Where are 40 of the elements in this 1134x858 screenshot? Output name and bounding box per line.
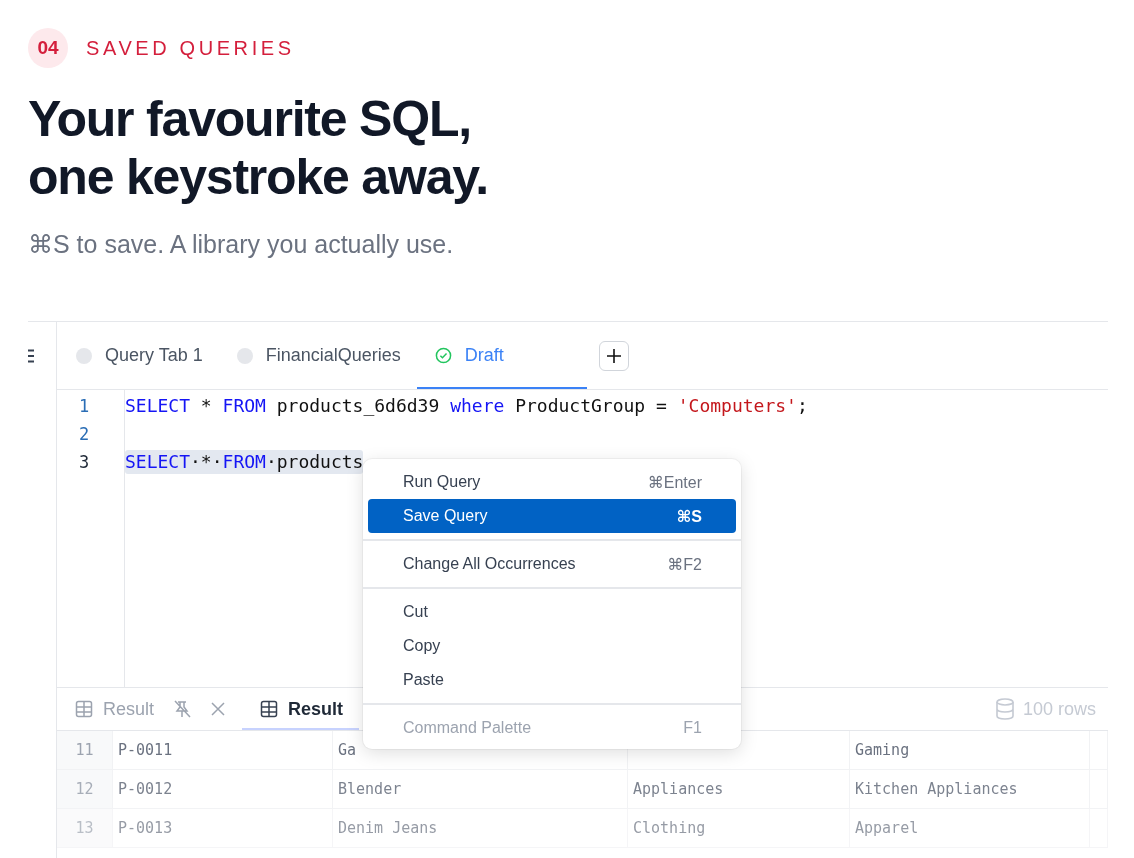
menu-item[interactable]: Save Query ⌘S xyxy=(368,499,736,533)
headline: Your favourite SQL, xyxy=(28,90,471,148)
query-tab[interactable]: Draft xyxy=(416,322,587,389)
table-cell: P-0011 xyxy=(118,741,173,759)
table-cell: P-0013 xyxy=(118,819,173,837)
subtitle: ⌘S to save. A library you actually use. xyxy=(28,230,454,259)
table-cell: Appliances xyxy=(633,780,724,798)
table-cell: Gaming xyxy=(855,741,910,759)
table-cell: Apparel xyxy=(855,819,919,837)
menu-item[interactable]: Cut xyxy=(368,595,736,629)
row-count: 100 rows xyxy=(1022,698,1096,720)
query-tab[interactable]: Query Tab 1 xyxy=(58,322,219,389)
code-line: SELECT * FROM products_6d6d39 where ProductGroup = 'Computers'; xyxy=(125,394,808,418)
section-eyebrow: SAVED QUERIES xyxy=(86,36,295,60)
table-cell: Clothing xyxy=(633,819,706,837)
table-cell: Ga xyxy=(338,741,357,759)
table-icon xyxy=(75,700,93,718)
table-cell: Denim Jeans xyxy=(338,819,438,837)
plus-icon xyxy=(605,347,622,364)
query-tab[interactable]: FinancialQueries xyxy=(218,322,417,389)
row-number: 11 xyxy=(75,741,94,759)
menu-item[interactable]: Change All Occurrences ⌘F2 xyxy=(368,547,736,581)
result-tab[interactable]: Result xyxy=(242,688,360,730)
line-number: 3 xyxy=(78,451,91,474)
menu-item[interactable]: Paste xyxy=(368,663,736,697)
table-cell: Kitchen Appliances xyxy=(855,780,1018,798)
menu-item[interactable]: Run Query ⌘Enter xyxy=(368,465,736,499)
row-number: 12 xyxy=(75,780,94,798)
add-tab-button[interactable] xyxy=(598,340,629,371)
table-icon xyxy=(260,700,279,718)
line-number: 1 xyxy=(78,395,91,418)
line-number: 2 xyxy=(78,423,91,446)
row-number: 13 xyxy=(75,819,94,837)
table-cell: P-0012 xyxy=(118,780,173,798)
database-icon xyxy=(994,698,1015,720)
step-number-badge: 04 xyxy=(28,28,68,68)
headline: one keystroke away. xyxy=(28,148,488,206)
table-cell: Blender xyxy=(338,780,402,798)
menu-item[interactable]: Copy xyxy=(368,629,736,663)
menu-icon[interactable] xyxy=(28,349,34,363)
